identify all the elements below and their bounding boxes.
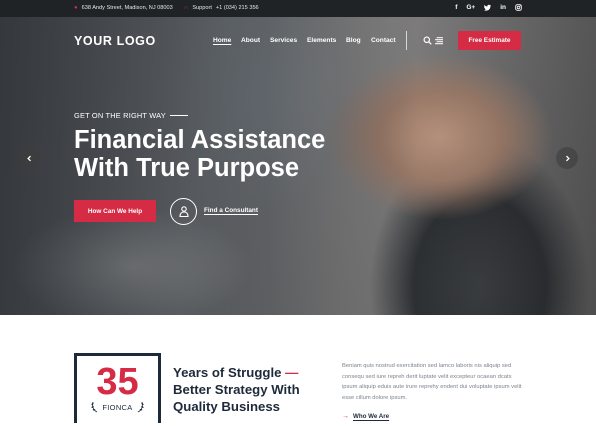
consultant-user-icon[interactable] [170,198,197,225]
who-we-are-link[interactable]: → Who We Are [342,413,389,420]
nav-services[interactable]: Services [270,37,307,44]
about-paragraph: Beniam quis nostrud exercitation sed lam… [342,363,522,401]
hero-kicker: GET ON THE RIGHT WAY [74,111,188,120]
struggle-heading: Years of Struggle — Better Strategy With… [173,364,323,415]
nav-contact[interactable]: Contact [371,37,401,44]
site-logo[interactable]: YOUR LOGO [74,34,156,48]
years-number: 35 [96,361,139,403]
support-label: Support [192,5,212,11]
search-icon[interactable] [423,36,432,45]
nav-about[interactable]: About [241,37,270,44]
years-brand: FIONCA [102,403,133,412]
hero-kicker-text: GET ON THE RIGHT WAY [74,111,166,120]
chevron-right-icon [565,155,570,161]
headset-icon: ∩ [184,5,189,11]
struggle-line-1: Years of Struggle [173,365,282,380]
main-nav: Home About Services Elements Blog Contac… [213,37,401,44]
support-phone[interactable]: +1 (034) 215 356 [216,5,259,11]
struggle-line-3: Quality Business [173,399,281,414]
kicker-line [169,115,188,116]
arrow-right-icon: → [342,413,349,420]
nav-home[interactable]: Home [213,37,241,44]
address-text: 638 Andy Street, Madison, NJ 08003 [81,5,173,11]
hero-section: YOUR LOGO Home About Services Elements B… [0,17,596,315]
social-links: f G+ in [455,4,522,13]
address-info: ● 638 Andy Street, Madison, NJ 08003 [74,5,173,11]
laurel-right-icon [137,401,144,413]
free-estimate-button[interactable]: Free Estimate [458,31,521,50]
years-badge: 35 FIONCA [74,353,161,423]
location-pin-icon: ● [74,5,78,11]
linkedin-icon[interactable]: in [500,4,506,13]
who-we-are-label: Who We Are [353,413,390,420]
support-info: ∩ Support +1 (034) 215 356 [184,5,259,11]
menu-icon[interactable] [435,36,443,45]
struggle-dash: — [285,365,299,380]
nav-divider [406,31,407,50]
google-plus-icon[interactable]: G+ [466,4,475,13]
nav-elements[interactable]: Elements [307,37,346,44]
hero-headline: Financial Assistance With True Purpose [74,126,326,182]
find-consultant-link[interactable]: Find a Consultant [204,207,258,214]
chevron-left-icon [26,155,31,161]
slider-prev-arrow[interactable] [18,147,40,169]
struggle-line-2: Better Strategy With [173,382,300,397]
instagram-icon[interactable] [515,4,522,13]
nav-blog[interactable]: Blog [346,37,371,44]
facebook-icon[interactable]: f [455,4,457,13]
slider-next-arrow[interactable] [556,147,578,169]
twitter-icon[interactable] [484,4,492,13]
top-bar: ● 638 Andy Street, Madison, NJ 08003 ∩ S… [0,0,596,17]
how-can-we-help-button[interactable]: How Can We Help [74,200,156,222]
